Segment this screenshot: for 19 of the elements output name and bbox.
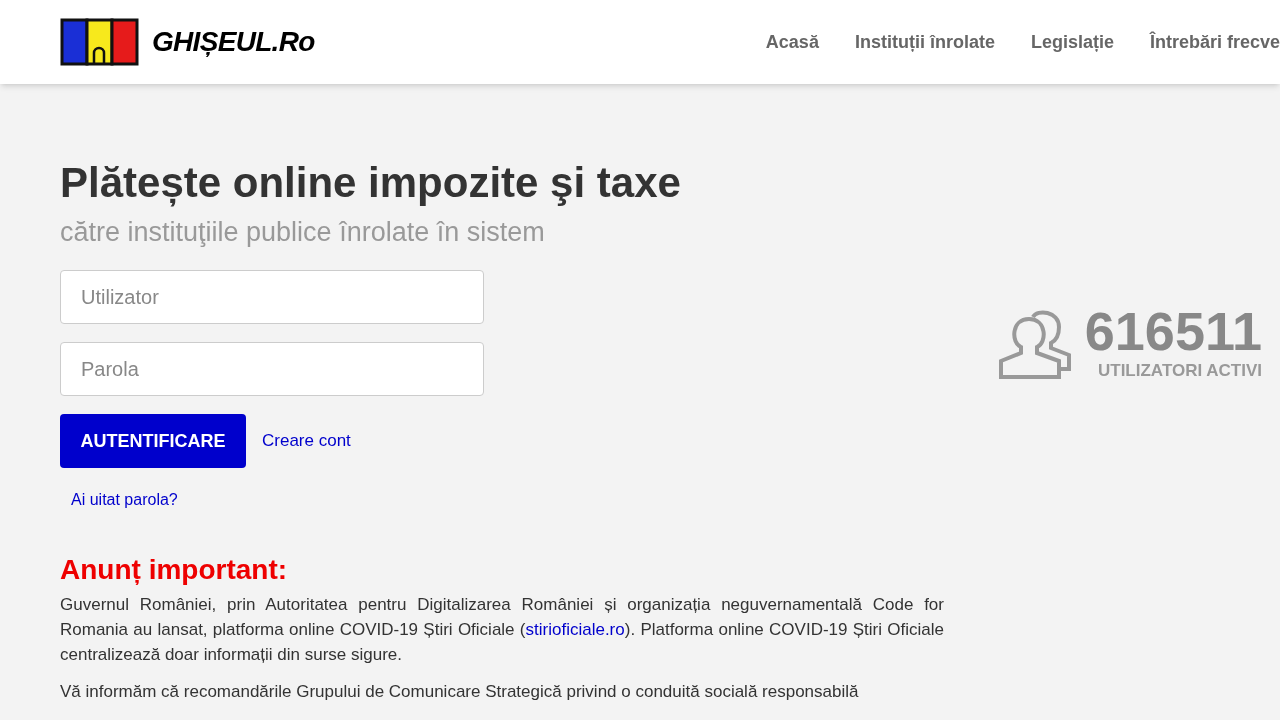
forgot-password-link[interactable]: Ai uitat parola? xyxy=(71,488,178,512)
nav-link[interactable]: Instituții înrolate xyxy=(854,28,995,56)
flag-logo-icon xyxy=(60,17,140,67)
news-link[interactable]: stirioficiale.ro xyxy=(525,620,625,639)
password-field[interactable]: Parola xyxy=(60,342,484,396)
nav-link[interactable]: Întrebări frecve xyxy=(1149,28,1280,56)
register-link[interactable]: Creare cont xyxy=(262,428,351,454)
active-users-label: UTILIZATORI ACTIVI xyxy=(1098,360,1262,382)
nav-link[interactable]: Legislație xyxy=(1030,28,1114,56)
username-field[interactable]: Utilizator xyxy=(60,270,484,324)
active-users-count: 616511 xyxy=(1084,304,1262,358)
page-title: Plătește online impozite şi taxe xyxy=(60,158,682,209)
page-subtitle: către instituţiile publice înrolate în sistem xyxy=(60,216,546,249)
announcement-title: Anunț important: xyxy=(60,553,289,587)
logo-text[interactable]: GHIȘEUL.Ro xyxy=(152,21,315,63)
nav-link[interactable]: Acasă xyxy=(765,28,819,56)
announcement-text: Vă informăm că recomandările Grupului de Comunicare Strategică privind o conduită socială responsabilă xyxy=(60,681,860,703)
announcement-text: Guvernul României, prin Autoritatea pentru Digitalizarea României și organizația neguvernamentală Code for Romania au lansat, platforma online COVID-19 Știri Oficiale (stirioficiale.ro). Platforma online COVID-19 Știri Oficiale centralizează doar informații din surse sigure. xyxy=(60,594,944,666)
login-button[interactable]: AUTENTIFICARE xyxy=(60,414,246,468)
